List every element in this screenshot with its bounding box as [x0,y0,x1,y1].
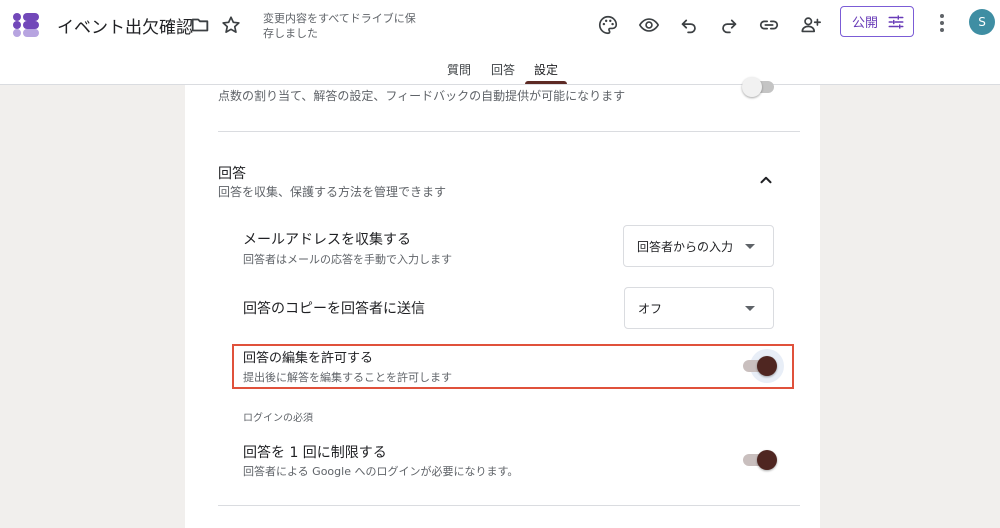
tab-settings[interactable]: 設定 [534,61,558,78]
settings-card: 点数の割り当て、解答の設定、フィードバックの自動提供が可能になります 回答 回答… [185,77,820,528]
undo-icon[interactable] [677,13,701,37]
preview-eye-icon[interactable] [637,13,661,37]
active-tab-indicator [525,81,567,84]
collect-email-select[interactable]: 回答者からの入力 [623,225,774,267]
send-copy-label: 回答のコピーを回答者に送信 [243,301,425,317]
section-divider [218,505,800,506]
dropdown-arrow-icon [745,244,755,249]
quiz-toggle[interactable] [742,77,778,97]
app-header: イベント出欠確認 変更内容をすべてドライブに保存しました 公開 S 質問 回答 … [0,0,1000,85]
palette-icon[interactable] [596,13,620,37]
collect-email-description: 回答者はメールの応答を手動で入力します [243,253,452,266]
document-title[interactable]: イベント出欠確認 [57,13,193,38]
link-icon[interactable] [757,13,781,37]
allow-edit-toggle[interactable] [741,356,777,376]
collapse-chevron-up-icon[interactable] [757,171,775,189]
more-vert-icon[interactable] [934,12,950,34]
limit-one-response-toggle[interactable] [741,450,777,470]
send-copy-select[interactable]: オフ [624,287,774,329]
avatar[interactable]: S [969,9,995,35]
allow-edit-description: 提出後に解答を編集することを許可します [243,371,452,384]
responses-section-title: 回答 [218,166,246,182]
tab-responses[interactable]: 回答 [491,61,515,78]
collect-email-select-value: 回答者からの入力 [637,239,734,254]
tab-bar: 質問 回答 設定 [0,56,1000,85]
add-collaborator-icon[interactable] [799,13,823,37]
quiz-description: 点数の割り当て、解答の設定、フィードバックの自動提供が可能になります [218,89,626,103]
dropdown-arrow-icon [745,306,755,311]
limit-one-response-description: 回答者による Google へのログインが必要になります。 [243,465,519,478]
redo-icon[interactable] [717,13,741,37]
publish-button[interactable]: 公開 [840,6,914,37]
tab-questions[interactable]: 質問 [447,61,471,78]
limit-one-response-label: 回答を 1 回に制限する [243,445,387,461]
star-icon[interactable] [219,13,243,37]
save-status: 変更内容をすべてドライブに保存しました [263,12,416,40]
login-group-label: ログインの必須 [243,413,313,424]
tune-icon [888,14,904,29]
forms-logo-icon[interactable] [11,10,41,40]
allow-edit-label: 回答の編集を許可する [243,351,374,366]
collect-email-label: メールアドレスを収集する [243,232,411,248]
send-copy-select-value: オフ [638,301,663,316]
publish-label: 公開 [852,16,879,31]
folder-icon[interactable] [188,13,212,37]
section-divider [218,131,800,132]
responses-section-description: 回答を収集、保護する方法を管理できます [218,185,447,199]
